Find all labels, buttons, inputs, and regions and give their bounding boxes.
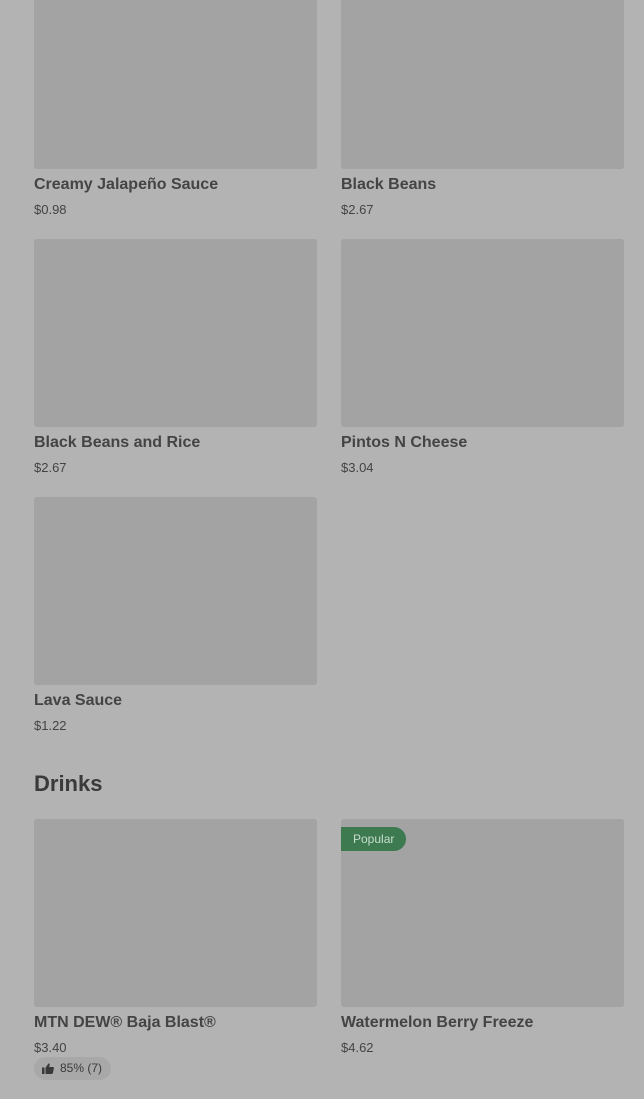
- popular-badge: Popular: [341, 827, 407, 851]
- item-price: $3.04: [341, 460, 374, 475]
- item-price: $2.67: [34, 460, 67, 475]
- item-name: Pintos N Cheese: [341, 434, 468, 451]
- section-title-drinks: Drinks: [34, 771, 103, 796]
- thumbs-up-icon: [42, 1063, 54, 1074]
- menu-item-card[interactable]: Black Beans and Rice $2.67: [34, 239, 317, 475]
- item-price: $2.67: [341, 202, 374, 217]
- menu-item-card[interactable]: Popular Watermelon Berry Freeze $4.62: [341, 819, 624, 1055]
- item-image[interactable]: [34, 497, 317, 685]
- item-image[interactable]: Popular: [341, 819, 624, 1007]
- item-name: Black Beans: [341, 176, 437, 193]
- menu-item-card[interactable]: Creamy Jalapeño Sauce $0.98: [34, 0, 317, 217]
- item-image[interactable]: [341, 239, 624, 427]
- item-name: Lava Sauce: [34, 692, 123, 709]
- item-image[interactable]: [341, 0, 624, 169]
- menu-page: Creamy Jalapeño Sauce $0.98 Black Beans …: [0, 0, 644, 1099]
- item-name: Creamy Jalapeño Sauce: [34, 176, 219, 193]
- menu-item-card[interactable]: Black Beans $2.67: [341, 0, 624, 217]
- item-image[interactable]: [34, 819, 317, 1007]
- menu-item-card[interactable]: Lava Sauce $1.22: [34, 497, 317, 733]
- menu-item-card[interactable]: Pintos N Cheese $3.04: [341, 239, 624, 475]
- item-name: Watermelon Berry Freeze: [341, 1014, 534, 1031]
- rating-text: 85% (7): [60, 1061, 103, 1075]
- item-image[interactable]: [34, 0, 317, 169]
- item-image[interactable]: [34, 239, 317, 427]
- rating-badge: 85% (7): [34, 1057, 112, 1080]
- item-price: $0.98: [34, 202, 67, 217]
- menu-item-card[interactable]: MTN DEW® Baja Blast® $3.40 85% (7): [34, 819, 317, 1080]
- item-name: MTN DEW® Baja Blast®: [34, 1014, 216, 1031]
- item-price: $4.62: [341, 1040, 374, 1055]
- item-price: $3.40: [34, 1040, 67, 1055]
- item-price: $1.22: [34, 718, 67, 733]
- item-name: Black Beans and Rice: [34, 434, 201, 451]
